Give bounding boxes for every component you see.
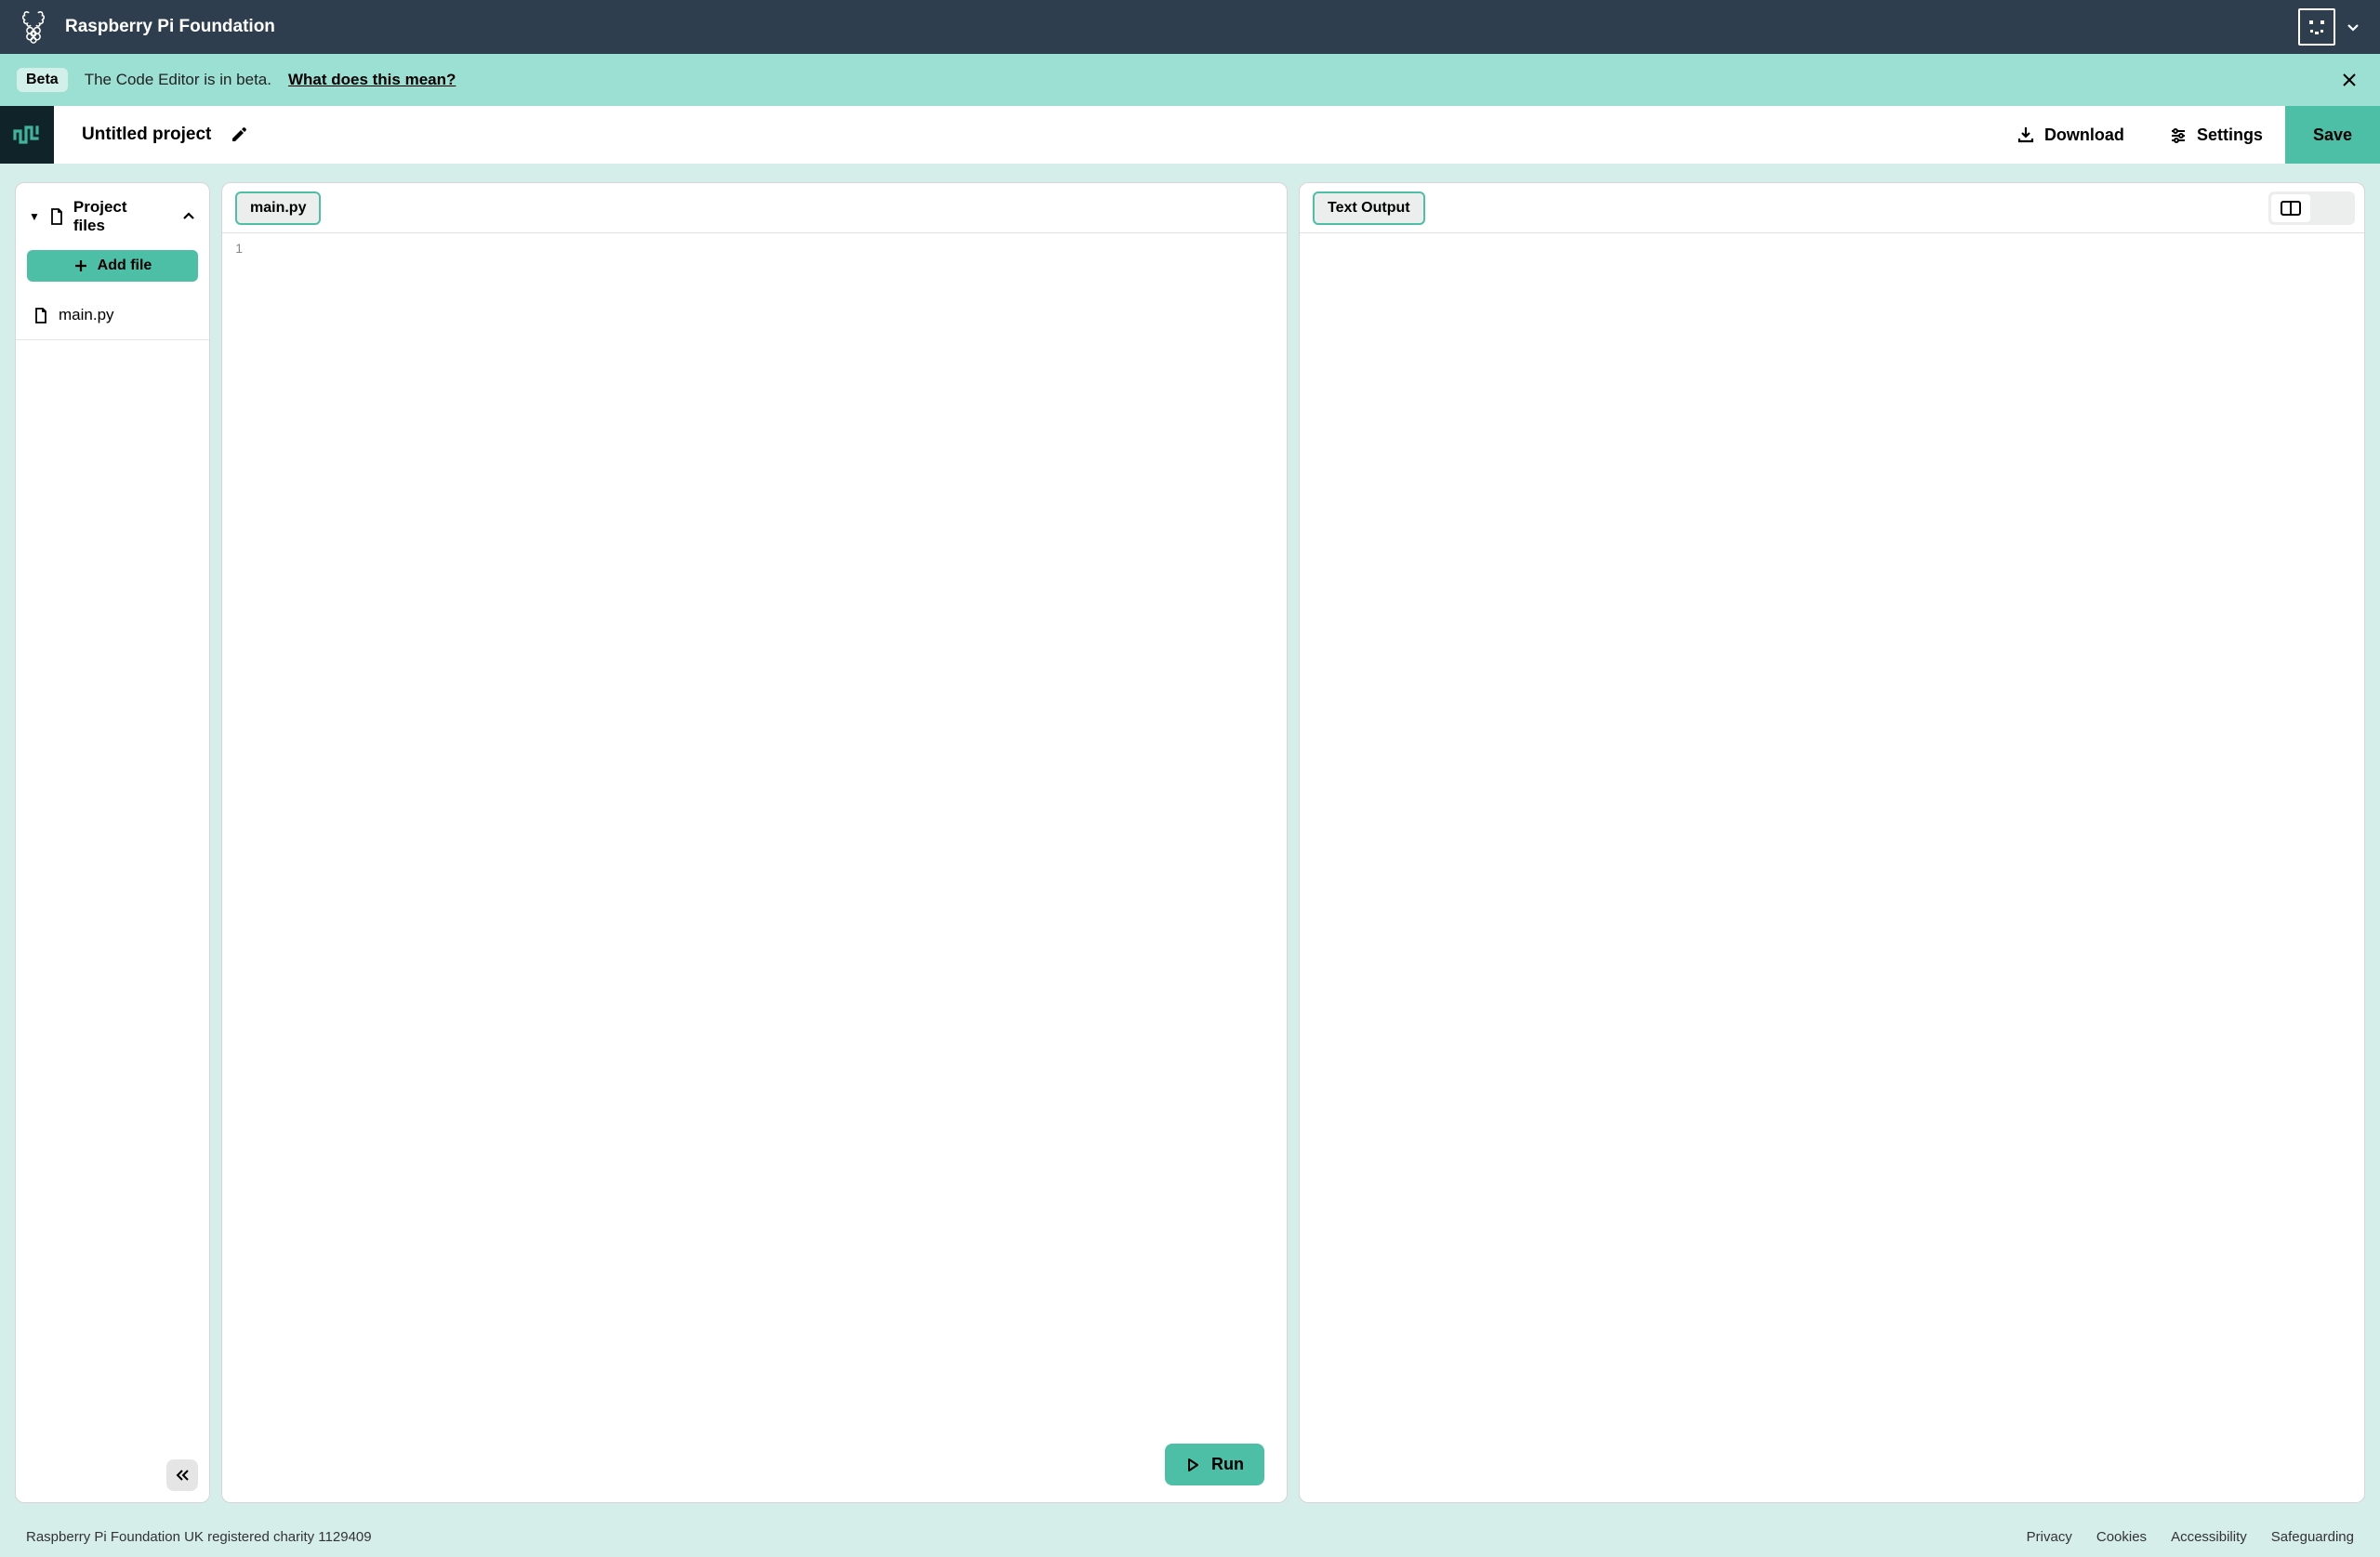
footer-link-safeguarding[interactable]: Safeguarding (2271, 1529, 2354, 1545)
footer-link-privacy[interactable]: Privacy (2027, 1529, 2072, 1545)
download-icon (2016, 125, 2035, 144)
file-item-label: main.py (59, 306, 114, 324)
project-title-wrap: Untitled project (54, 125, 248, 145)
file-item-main-py[interactable]: main.py (16, 291, 209, 340)
save-button[interactable]: Save (2285, 106, 2380, 164)
download-label: Download (2044, 125, 2124, 145)
code-body[interactable]: 1 (222, 233, 1287, 1502)
code-lines[interactable] (250, 241, 1287, 1502)
file-icon (34, 308, 47, 323)
sidebar-panel: ▼ Project files Add file main.py (15, 182, 210, 1503)
topbar-left: Raspberry Pi Foundation (19, 9, 275, 45)
add-file-button[interactable]: Add file (27, 250, 198, 282)
footer-charity: Raspberry Pi Foundation UK registered ch… (26, 1529, 372, 1545)
beta-badge: Beta (17, 68, 68, 92)
workspace: ▼ Project files Add file main.py (0, 164, 2380, 1516)
settings-label: Settings (2197, 125, 2263, 145)
editor-tab-main-py[interactable]: main.py (235, 191, 321, 225)
add-file-label: Add file (98, 257, 152, 274)
gutter: 1 (222, 241, 250, 1502)
sidebar-heading: Project files (73, 198, 163, 235)
settings-icon (2169, 125, 2188, 144)
editor-logo-icon[interactable] (0, 106, 54, 164)
project-title: Untitled project (82, 125, 211, 145)
file-icon (49, 208, 64, 225)
org-name: Raspberry Pi Foundation (65, 17, 275, 37)
close-icon[interactable] (2335, 66, 2363, 94)
line-number: 1 (222, 241, 243, 256)
download-button[interactable]: Download (1994, 106, 2147, 164)
edit-icon[interactable] (230, 125, 248, 144)
chevron-up-icon[interactable] (181, 209, 196, 224)
beta-info-link[interactable]: What does this mean? (288, 71, 456, 89)
footer-link-accessibility[interactable]: Accessibility (2171, 1529, 2247, 1545)
project-bar: Untitled project Download Settings Save (0, 106, 2380, 164)
editor-tabbar: main.py (222, 183, 1287, 233)
caret-down-icon: ▼ (29, 210, 40, 223)
run-button[interactable]: Run (1165, 1444, 1264, 1485)
collapse-sidebar-button[interactable] (166, 1459, 198, 1491)
output-view-toggle (2268, 191, 2355, 225)
footer: Raspberry Pi Foundation UK registered ch… (0, 1516, 2380, 1557)
sidebar-header[interactable]: ▼ Project files (16, 183, 209, 246)
view-split-button[interactable] (2271, 194, 2310, 222)
output-panel: Text Output (1299, 182, 2365, 1503)
footer-links: Privacy Cookies Accessibility Safeguardi… (2027, 1529, 2354, 1545)
raspberry-pi-logo-icon (19, 9, 48, 45)
output-tab-text[interactable]: Text Output (1313, 191, 1425, 225)
footer-link-cookies[interactable]: Cookies (2096, 1529, 2147, 1545)
beta-banner: Beta The Code Editor is in beta. What do… (0, 54, 2380, 106)
save-label: Save (2313, 125, 2352, 145)
play-icon (1185, 1458, 1200, 1472)
topbar-right (2298, 8, 2361, 46)
run-label: Run (1211, 1455, 1244, 1474)
beta-text: The Code Editor is in beta. (85, 71, 271, 89)
topbar: Raspberry Pi Foundation (0, 0, 2380, 54)
code-panel: main.py 1 Run (221, 182, 1288, 1503)
output-body (1300, 233, 2364, 1502)
plus-icon (73, 258, 88, 273)
chevron-down-icon[interactable] (2345, 19, 2361, 35)
view-single-button[interactable] (2313, 194, 2352, 222)
output-header: Text Output (1300, 183, 2364, 233)
account-menu-button[interactable] (2298, 8, 2335, 46)
settings-button[interactable]: Settings (2147, 106, 2285, 164)
